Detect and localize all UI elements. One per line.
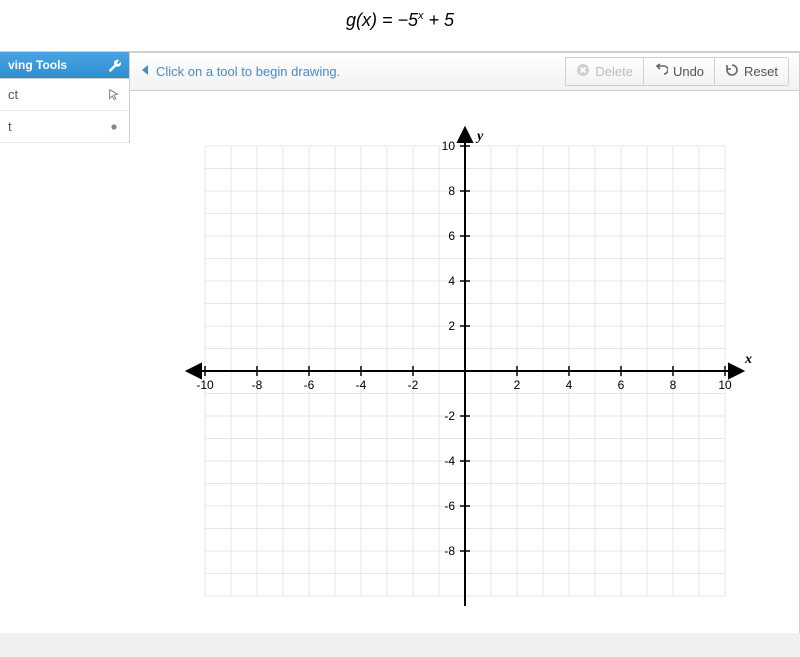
equation-fn: g(x) (346, 10, 377, 30)
reset-button[interactable]: Reset (714, 57, 789, 86)
sidebar-item-label: ct (8, 87, 18, 102)
svg-text:6: 6 (617, 378, 624, 392)
cursor-icon (107, 88, 121, 102)
svg-text:10: 10 (441, 139, 455, 153)
undo-icon (654, 63, 668, 80)
svg-text:-8: -8 (251, 378, 262, 392)
coordinate-plane[interactable]: -10 -8 -6 -4 -2 2 4 6 8 10 -8 -6 -4 -2 2 4 6 8 10 x y (175, 111, 755, 631)
sidebar-title: ving Tools (8, 58, 67, 72)
reset-label: Reset (744, 64, 778, 79)
sidebar-item-select[interactable]: ct (0, 79, 129, 111)
equation-display: g(x) = −5x + 5 (0, 0, 800, 51)
svg-text:4: 4 (565, 378, 572, 392)
svg-text:-10: -10 (196, 378, 214, 392)
svg-text:-2: -2 (407, 378, 418, 392)
delete-label: Delete (595, 64, 633, 79)
delete-button: Delete (565, 57, 644, 86)
equation-eq: = −5 (377, 10, 418, 30)
svg-text:8: 8 (448, 184, 455, 198)
footer-band (0, 633, 800, 657)
svg-text:6: 6 (448, 229, 455, 243)
svg-text:-6: -6 (303, 378, 314, 392)
sidebar-item-label: t (8, 119, 12, 134)
delete-icon (576, 63, 590, 80)
drawing-tools-sidebar: ving Tools ct t (0, 52, 130, 143)
sidebar-header: ving Tools (0, 52, 129, 79)
equation-rest: + 5 (424, 10, 455, 30)
graph-area[interactable]: -10 -8 -6 -4 -2 2 4 6 8 10 -8 -6 -4 -2 2 4 6 8 10 x y (130, 91, 799, 631)
svg-text:y: y (475, 129, 484, 144)
svg-text:-8: -8 (444, 544, 455, 558)
toolbar-prompt: Click on a tool to begin drawing. (140, 64, 566, 79)
svg-text:-6: -6 (444, 499, 455, 513)
svg-text:10: 10 (718, 378, 732, 392)
svg-text:2: 2 (513, 378, 520, 392)
svg-text:-2: -2 (444, 409, 455, 423)
reset-icon (725, 63, 739, 80)
wrench-icon[interactable] (107, 58, 121, 72)
pointer-left-icon (140, 64, 150, 79)
dot-icon (107, 120, 121, 134)
svg-text:x: x (744, 352, 752, 367)
undo-label: Undo (673, 64, 704, 79)
svg-text:8: 8 (669, 378, 676, 392)
sidebar-item-point[interactable]: t (0, 111, 129, 143)
graph-toolbar: Click on a tool to begin drawing. Delete… (130, 53, 799, 91)
undo-button[interactable]: Undo (643, 57, 715, 86)
svg-text:-4: -4 (355, 378, 366, 392)
svg-text:-4: -4 (444, 454, 455, 468)
svg-text:4: 4 (448, 274, 455, 288)
svg-text:2: 2 (448, 319, 455, 333)
prompt-text: Click on a tool to begin drawing. (156, 64, 340, 79)
